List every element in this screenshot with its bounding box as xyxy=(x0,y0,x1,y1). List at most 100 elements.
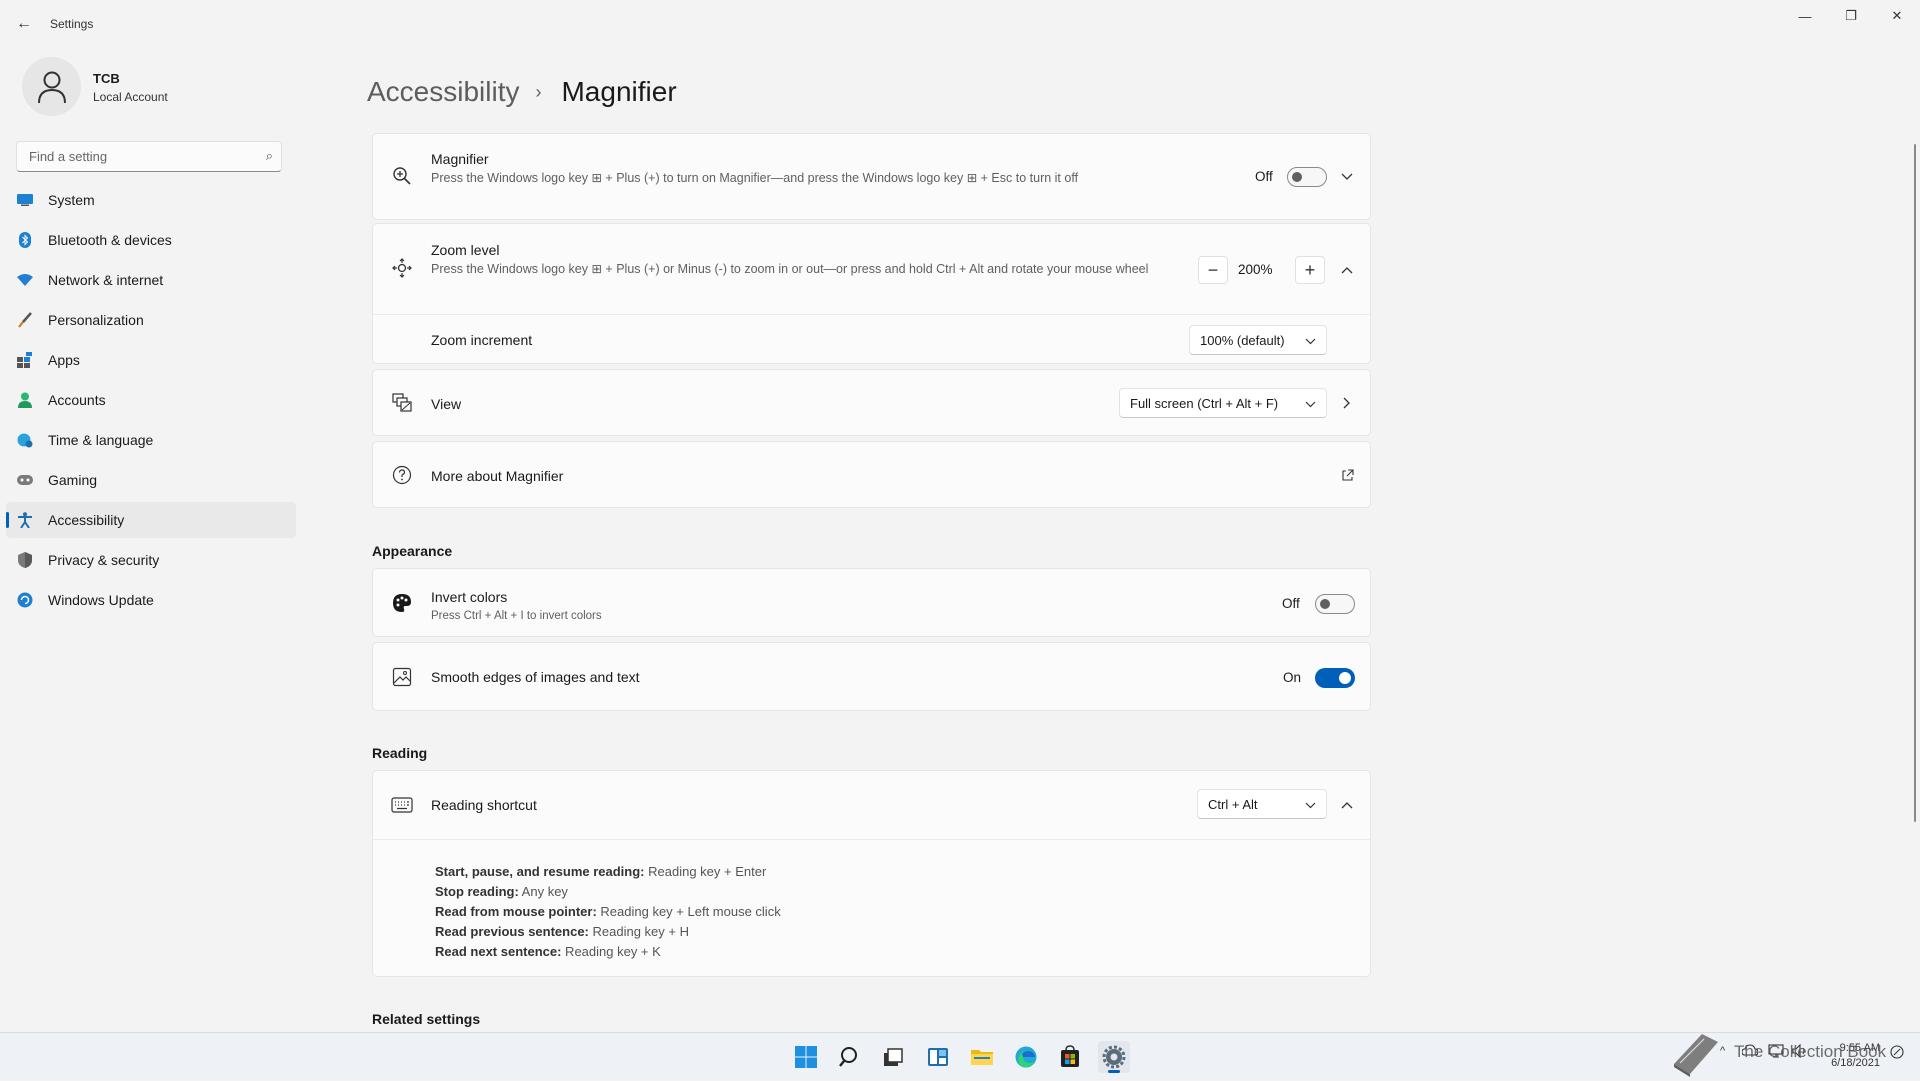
zoom-in-button[interactable]: + xyxy=(1295,256,1325,284)
magnifier-card[interactable]: Magnifier Press the Windows logo key ⊞ +… xyxy=(372,133,1371,220)
minimize-button[interactable]: — xyxy=(1782,0,1828,32)
zoom-out-button[interactable]: − xyxy=(1198,256,1228,284)
reading-shortcut-row[interactable]: Reading shortcut Ctrl + Alt xyxy=(373,771,1370,839)
invert-colors-description: Press Ctrl + Alt + I to invert colors xyxy=(431,610,602,622)
chevron-down-icon[interactable] xyxy=(1337,167,1357,187)
zoom-increment-row: Zoom increment 100% (default) xyxy=(373,315,1370,365)
sidebar-item-label: Bluetooth & devices xyxy=(48,232,172,248)
settings-gear-icon[interactable] xyxy=(1098,1041,1130,1073)
search-icon[interactable] xyxy=(834,1041,866,1073)
smooth-edges-toggle[interactable] xyxy=(1315,668,1355,688)
close-button[interactable]: ✕ xyxy=(1874,0,1920,32)
taskbar: ^ 9:55 AM 6/18/2021 xyxy=(0,1032,1920,1080)
sidebar-item-bluetooth[interactable]: Bluetooth & devices xyxy=(6,222,296,258)
sidebar-item-label: Windows Update xyxy=(48,592,154,608)
magnifier-description: Press the Windows logo key ⊞ + Plus (+) … xyxy=(431,171,1079,185)
maximize-button[interactable]: ❐ xyxy=(1828,0,1874,32)
chevron-up-icon[interactable] xyxy=(1337,795,1357,815)
shortcut-label: Read previous sentence: xyxy=(435,924,589,939)
invert-colors-state-label: Off xyxy=(1282,596,1300,611)
open-external-icon[interactable] xyxy=(1337,465,1357,485)
shield-icon xyxy=(16,551,34,569)
notification-icon[interactable] xyxy=(1890,1045,1904,1062)
search-icon[interactable]: ⌕ xyxy=(266,148,273,164)
page-title: Magnifier xyxy=(561,76,677,107)
bluetooth-icon xyxy=(16,231,34,249)
gamepad-icon xyxy=(16,471,34,489)
sidebar-item-network[interactable]: Network & internet xyxy=(6,262,296,298)
shortcut-value: Reading key + K xyxy=(561,944,661,959)
search-box[interactable]: ⌕ xyxy=(16,141,282,172)
sidebar-item-label: Accessibility xyxy=(48,512,125,528)
brush-icon xyxy=(16,311,34,329)
sidebar-item-gaming[interactable]: Gaming xyxy=(6,462,296,498)
breadcrumb-parent[interactable]: Accessibility xyxy=(367,76,519,108)
sidebar-item-label: Personalization xyxy=(48,312,144,328)
globe-clock-icon xyxy=(16,431,34,449)
sidebar-item-windows-update[interactable]: Windows Update xyxy=(6,582,296,618)
invert-colors-card[interactable]: Invert colors Press Ctrl + Alt + I to in… xyxy=(372,568,1371,637)
help-icon xyxy=(391,464,413,486)
list-item: Read next sentence: Reading key + K xyxy=(435,942,781,962)
sidebar-item-label: Privacy & security xyxy=(48,552,160,568)
zoom-move-icon xyxy=(391,257,413,279)
chevron-up-icon[interactable] xyxy=(1337,260,1357,280)
edge-browser-icon[interactable] xyxy=(1010,1041,1042,1073)
task-view-icon[interactable] xyxy=(877,1041,909,1073)
sidebar-item-label: Network & internet xyxy=(48,272,164,288)
zoom-level-description: Press the Windows logo key ⊞ + Plus (+) … xyxy=(431,262,1149,276)
shortcut-value: Reading key + Left mouse click xyxy=(596,904,781,919)
user-profile[interactable]: TCB Local Account xyxy=(22,57,322,117)
magnifier-state-label: Off xyxy=(1255,169,1273,184)
view-card[interactable]: View Full screen (Ctrl + Alt + F) xyxy=(372,369,1371,436)
sidebar-nav: System Bluetooth & devices Network & int… xyxy=(6,182,296,622)
smooth-edges-card[interactable]: Smooth edges of images and text On xyxy=(372,642,1371,711)
sidebar-item-label: System xyxy=(48,192,95,208)
shortcut-label: Start, pause, and resume reading: xyxy=(435,864,645,879)
sidebar-item-accessibility[interactable]: Accessibility xyxy=(6,502,296,538)
sidebar-item-label: Gaming xyxy=(48,472,98,488)
image-icon xyxy=(391,666,413,688)
zoom-increment-title: Zoom increment xyxy=(431,332,533,348)
shortcut-value: Reading key + Enter xyxy=(644,864,767,879)
apps-icon xyxy=(16,351,34,369)
sidebar-item-personalization[interactable]: Personalization xyxy=(6,302,296,338)
list-item: Read from mouse pointer: Reading key + L… xyxy=(435,902,781,922)
magnifier-title: Magnifier xyxy=(431,151,489,167)
appearance-heading: Appearance xyxy=(372,543,453,559)
more-about-card[interactable]: More about Magnifier xyxy=(372,441,1371,508)
keyboard-icon xyxy=(391,794,413,816)
invert-colors-toggle[interactable] xyxy=(1315,594,1355,614)
zoom-level-value: 200% xyxy=(1238,262,1273,277)
sidebar-item-accounts[interactable]: Accounts xyxy=(6,382,296,418)
related-settings-heading: Related settings xyxy=(372,1011,481,1027)
start-windows-icon[interactable] xyxy=(790,1041,822,1073)
shortcut-value: Any key xyxy=(518,884,568,899)
shortcut-value: Reading key + H xyxy=(588,924,689,939)
file-explorer-icon[interactable] xyxy=(966,1041,998,1073)
vertical-scrollbar[interactable] xyxy=(1914,144,1916,822)
search-input[interactable] xyxy=(27,148,251,165)
back-arrow-icon[interactable]: ← xyxy=(14,14,34,34)
sidebar-item-time-language[interactable]: Time & language xyxy=(6,422,296,458)
zoom-increment-dropdown[interactable]: 100% (default) xyxy=(1189,325,1327,355)
list-item: Read previous sentence: Reading key + H xyxy=(435,922,781,942)
tray-chevron-up-icon[interactable]: ^ xyxy=(1720,1045,1725,1057)
chevron-right-icon[interactable] xyxy=(1337,393,1357,413)
reading-shortcut-dropdown[interactable]: Ctrl + Alt xyxy=(1197,789,1327,819)
wifi-icon xyxy=(16,271,34,289)
shortcut-label: Stop reading: xyxy=(435,884,519,899)
sidebar-item-apps[interactable]: Apps xyxy=(6,342,296,378)
sidebar-item-privacy[interactable]: Privacy & security xyxy=(6,542,296,578)
title-bar: ← Settings — ❐ ✕ xyxy=(0,0,1920,48)
widgets-icon[interactable] xyxy=(922,1041,954,1073)
magnifier-toggle[interactable] xyxy=(1287,167,1327,187)
zoom-card: Zoom level Press the Windows logo key ⊞ … xyxy=(372,223,1371,364)
store-icon[interactable] xyxy=(1054,1041,1086,1073)
zoom-increment-selected: 100% (default) xyxy=(1200,332,1285,348)
sidebar-item-system[interactable]: System xyxy=(6,182,296,218)
more-about-title: More about Magnifier xyxy=(431,468,564,484)
view-dropdown[interactable]: Full screen (Ctrl + Alt + F) xyxy=(1119,388,1327,418)
watermark-book-icon xyxy=(1668,1030,1720,1081)
app-title: Settings xyxy=(50,17,94,31)
